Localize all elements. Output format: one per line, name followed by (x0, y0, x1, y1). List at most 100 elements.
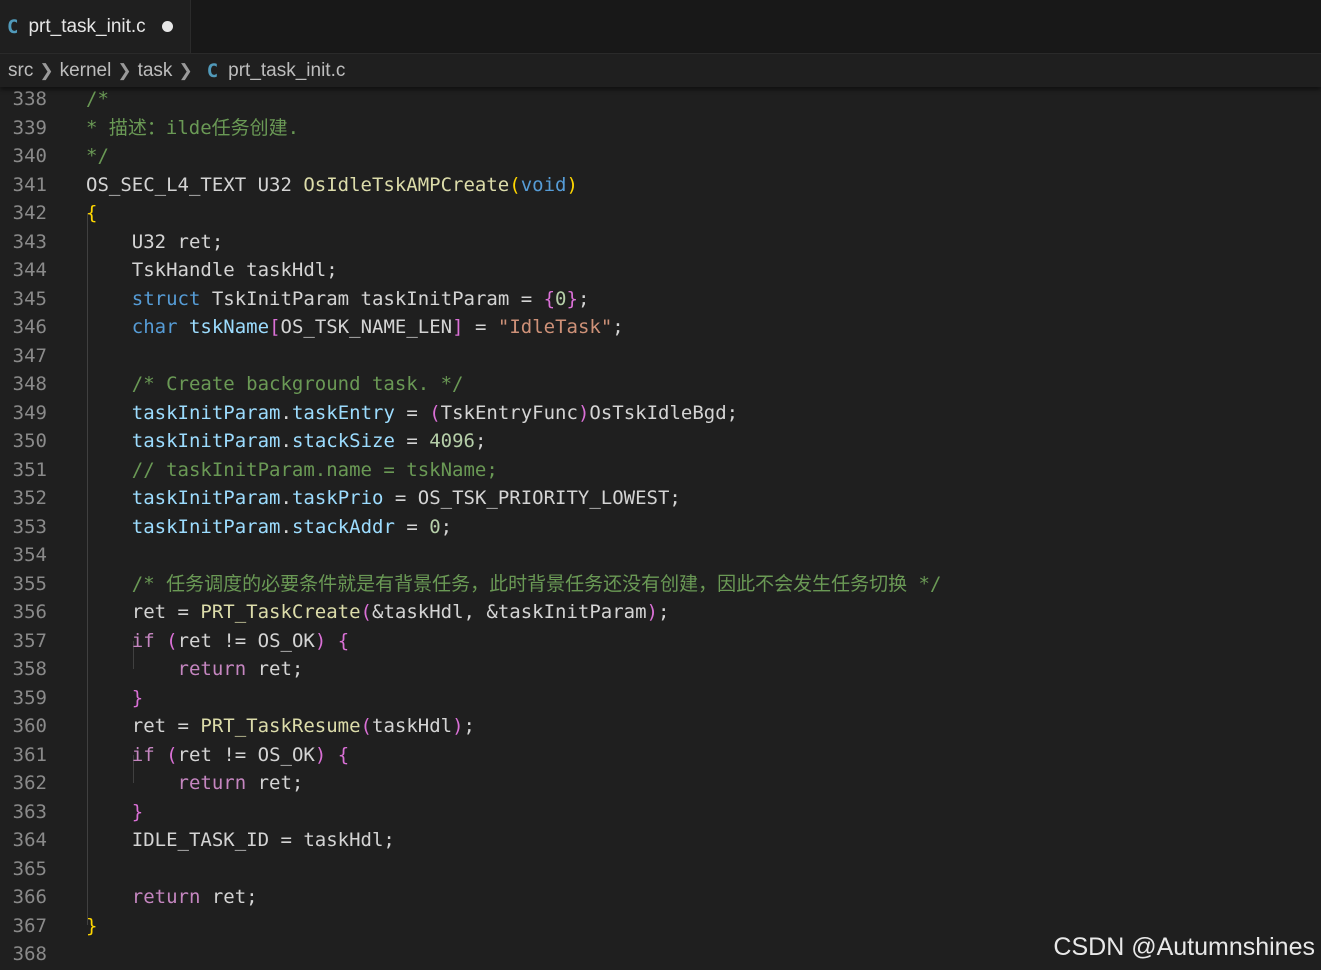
code-editor[interactable]: 338 /* 339 * 描述：ilde任务创建. 340 */ 341 OS_SEC_L4_… (0, 85, 1321, 970)
code-token: ( (360, 715, 372, 737)
code-token: ret = (86, 715, 201, 737)
code-line[interactable]: 339 * 描述：ilde任务创建. (0, 114, 1321, 143)
code-token: } (131, 800, 144, 823)
code-line[interactable]: 358 return ret; (0, 655, 1321, 684)
code-text: taskInitParam.stackAddr = 0; (86, 513, 452, 542)
code-line[interactable]: 342 { (0, 199, 1321, 228)
code-token: TskEntryFunc (440, 401, 578, 424)
line-number: 345 (12, 287, 47, 310)
line-number: 350 (12, 430, 47, 452)
code-token: OS_SEC_L4_TEXT U32 (86, 173, 304, 196)
code-text: { (86, 199, 97, 228)
modified-dot-icon[interactable] (161, 21, 173, 32)
code-token: TskInitParam taskInitParam = (200, 287, 544, 310)
line-number: 353 (12, 515, 47, 538)
tab-bar: C prt_task_init.c (0, 0, 1321, 54)
code-line[interactable]: 357 if (ret != OS_OK) { (0, 627, 1321, 656)
code-line[interactable]: 348 /* Create background task. */ (0, 370, 1321, 399)
line-number: 347 (12, 344, 47, 367)
editor-tab[interactable]: C prt_task_init.c (0, 0, 191, 53)
code-line[interactable]: 360 ret = PRT_TaskResume(taskHdl); (0, 712, 1321, 741)
code-line[interactable]: 356 ret = PRT_TaskCreate(&taskHdl, &task… (0, 598, 1321, 627)
code-text: } (86, 798, 143, 827)
code-token: /* (86, 88, 109, 110)
code-token: = (463, 316, 498, 338)
code-line[interactable]: 349 taskInitParam.taskEntry = (TskEntryF… (0, 399, 1321, 428)
code-text: U32 ret; (86, 228, 224, 257)
line-number: 351 (12, 458, 47, 481)
c-file-icon: C (7, 15, 19, 38)
code-token: "IdleTask" (497, 316, 613, 338)
breadcrumb-src[interactable]: src (8, 60, 33, 82)
code-token: IDLE_TASK_ID = taskHdl; (86, 829, 395, 851)
code-text: OS_SEC_L4_TEXT U32 OsIdleTskAMPCreate(vo… (86, 171, 578, 200)
code-line[interactable]: 363 } (0, 798, 1321, 827)
code-text: /* (86, 85, 109, 114)
code-token: if (131, 629, 155, 652)
code-line[interactable]: 366 return ret; (0, 883, 1321, 912)
line-number: 354 (12, 544, 47, 566)
code-line[interactable]: 361 if (ret != OS_OK) { (0, 741, 1321, 770)
code-line[interactable]: 353 taskInitParam.stackAddr = 0; (0, 513, 1321, 542)
code-token: stackSize (291, 430, 395, 452)
code-line[interactable]: 338 /* (0, 85, 1321, 114)
code-token: = (394, 401, 430, 424)
line-number: 340 (12, 145, 47, 167)
line-number: 349 (12, 401, 47, 424)
line-number: 342 (12, 202, 47, 224)
code-line[interactable]: 344 TskHandle taskHdl; (0, 256, 1321, 285)
code-line[interactable]: 354 (0, 541, 1321, 570)
code-text: } (86, 912, 97, 941)
code-token: taskInitParam (131, 401, 281, 424)
code-text: return ret; (86, 883, 258, 912)
code-token: * 描述：ilde任务创建. (86, 116, 300, 139)
code-line[interactable]: 351 // taskInitParam.name = tskName; (0, 456, 1321, 485)
code-token: = OS_TSK_PRIORITY_LOWEST; (383, 487, 681, 509)
code-token: ) (314, 629, 327, 652)
code-token: } (131, 686, 144, 709)
code-line[interactable]: 343 U32 ret; (0, 228, 1321, 257)
code-line[interactable]: 346 char tskName[OS_TSK_NAME_LEN] = "Idl… (0, 313, 1321, 342)
c-file-icon: C (206, 59, 219, 82)
code-line[interactable]: 352 taskInitParam.taskPrio = OS_TSK_PRIO… (0, 484, 1321, 513)
code-token: ( (509, 173, 521, 196)
code-line[interactable]: 359 } (0, 684, 1321, 713)
chevron-right-icon: ❯ (117, 60, 132, 80)
code-token: if (131, 743, 155, 766)
code-token: ( (166, 743, 178, 766)
chevron-right-icon: ❯ (178, 60, 193, 80)
chevron-right-icon: ❯ (39, 60, 54, 80)
code-line[interactable]: 365 (0, 855, 1321, 884)
code-text: } (86, 684, 143, 713)
breadcrumb-kernel[interactable]: kernel (60, 60, 112, 82)
code-token: tskName (188, 316, 270, 338)
code-line[interactable]: 341 OS_SEC_L4_TEXT U32 OsIdleTskAMPCreate… (0, 171, 1321, 200)
code-token: OS_TSK_NAME_LEN (280, 316, 453, 338)
code-token: OsTskIdleBgd; (589, 401, 739, 424)
code-line[interactable]: 350 taskInitParam.stackSize = 4096; (0, 427, 1321, 456)
code-line[interactable]: 340 */ (0, 142, 1321, 171)
code-line[interactable]: 347 (0, 342, 1321, 371)
code-line[interactable]: 362 return ret; (0, 769, 1321, 798)
code-text: ret = PRT_TaskResume(taskHdl); (86, 712, 475, 741)
breadcrumb-task[interactable]: task (138, 60, 173, 82)
line-number: 358 (12, 658, 47, 680)
code-token: ) (566, 173, 578, 196)
code-line[interactable]: 345 struct TskInitParam taskInitParam = … (0, 285, 1321, 314)
code-text: taskInitParam.taskPrio = OS_TSK_PRIORITY… (86, 484, 681, 513)
code-token: U32 ret; (86, 230, 224, 253)
code-token: ) (314, 743, 327, 766)
breadcrumb-file[interactable]: prt_task_init.c (228, 60, 345, 82)
code-line[interactable]: 364 IDLE_TASK_ID = taskHdl; (0, 826, 1321, 855)
code-token: struct (131, 287, 201, 310)
code-line[interactable]: 355 /* 任务调度的必要条件就是有背景任务，此时背景任务还没有创建，因此不会… (0, 570, 1321, 599)
code-token: char (131, 316, 178, 338)
